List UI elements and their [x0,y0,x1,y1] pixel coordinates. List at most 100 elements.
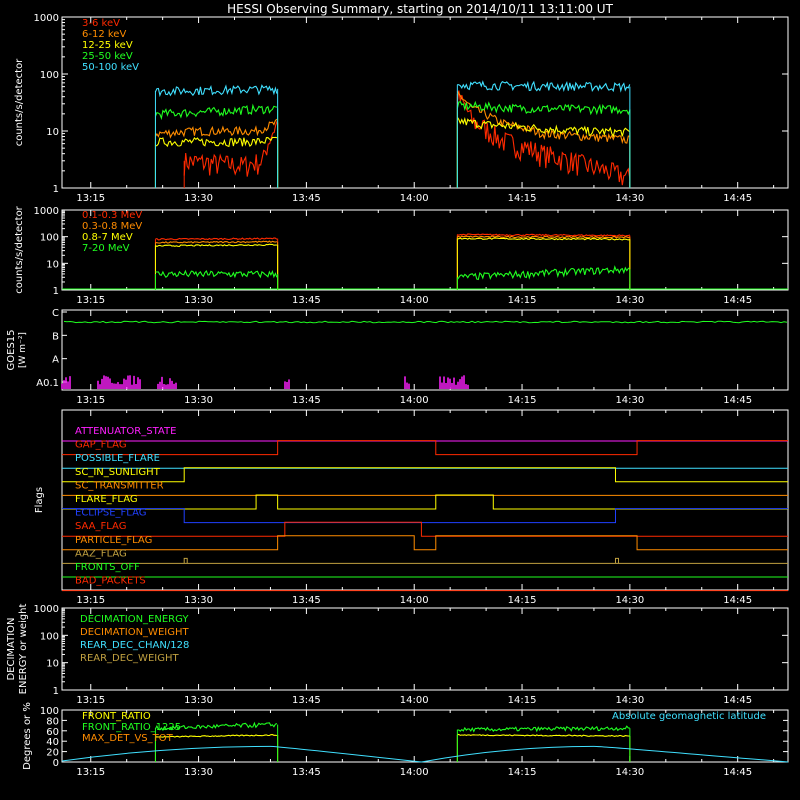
flag-label: AAZ_FLAG [75,548,127,559]
flag-label: ECLIPSE_FLAG [75,508,146,519]
flag-label: SC_TRANSMITTER [75,480,164,491]
legend-entry: DECIMATION_WEIGHT [80,627,189,638]
legend-entry: 0.8-7 MeV [82,232,133,243]
legend-entry: 3-6 keV [82,18,120,29]
legend-entry: REAR_DEC_CHAN/128 [80,640,189,651]
panel-high-energy: 13:15 13:30 13:45 14:00 14:15 14:30 14:45 1 10 10… [14,205,789,306]
x-tick-label: 14:00 [400,395,429,406]
y-tick-label: 10 [46,259,59,270]
series-line-0.1-0.3 MeV [457,233,631,237]
x-tick-label: 14:45 [723,295,752,306]
series-line-50-100 keV [154,84,278,98]
x-tick-label: 14:45 [723,595,752,606]
x-tick-label: 14:15 [508,295,537,306]
x-tick-label: 14:00 [400,595,429,606]
panel-frame [61,16,789,189]
flag-spike [614,557,619,564]
flag-label: SC_IN_SUNLIGHT [75,467,161,478]
x-tick-label: 14:45 [723,767,752,778]
series-line-7-20 MeV [456,265,631,281]
series-line-0.1-0.3 MeV [155,237,278,241]
y-tick-label: 100 [40,706,59,717]
x-tick-label: 13:45 [292,767,321,778]
x-tick-label: 13:15 [76,595,105,606]
y-axis-label: counts/s/detector [14,58,25,146]
x-tick-label: 13:30 [184,193,213,204]
legend-entry: 7-20 MeV [82,243,130,254]
legend-entry: DECIMATION_ENERGY [80,614,189,625]
y-tick-label: C [52,308,59,319]
y-tick-label: 1000 [34,13,59,24]
y-tick-label: 40 [46,737,59,748]
y-tick-label: 1 [53,686,59,697]
x-tick-label: 13:45 [292,595,321,606]
panel-frame [61,209,789,291]
y-tick-label: 80 [46,716,59,727]
legend-entry: REAR_DEC_WEIGHT [80,653,179,664]
x-tick-label: 14:30 [615,193,644,204]
y-tick-label: 10 [46,127,59,138]
x-tick-label: 13:15 [76,193,105,204]
x-tick-label: 13:30 [184,395,213,406]
series-line-FRONT_RATIO [155,734,277,738]
panel-ratios: 13:15 13:30 13:45 14:00 14:15 14:30 14:45 02040… [22,702,789,778]
y-tick-label: 100 [40,233,59,244]
x-tick-label: 13:45 [292,193,321,204]
flag-label: SAA_FLAG [75,521,126,532]
series-line-3-6 keV [456,90,631,186]
flag-line [62,521,788,537]
series-line-12-25 keV [456,116,631,138]
legend-entry: 12-25 keV [82,40,133,51]
y-tick-label: 0 [53,758,59,769]
y-tick-label: 1 [53,184,59,195]
flag-label: FRONTS_OFF [75,562,140,573]
series-line-25-50 keV [456,100,631,116]
flag-line [62,467,788,483]
x-tick-label: 13:30 [184,695,213,706]
flag-label: FLARE_FLAG [75,494,138,505]
legend-entry: 0.3-0.8 MeV [82,221,142,232]
flag-line [62,494,788,510]
flag-spike [183,557,188,564]
x-tick-label: 14:45 [723,395,752,406]
x-tick-label: 14:15 [508,193,537,204]
series-line-25-50 keV [154,103,278,121]
series-line-0.8-7 MeV [155,243,277,248]
y-tick-label: A [52,355,59,366]
y-tick-label: A0.1 [36,378,59,389]
latitude-curve [61,745,789,763]
y-axis-label-2: ENERGY or weight [18,604,29,695]
x-tick-label: 14:15 [508,395,537,406]
y-tick-label: 10 [46,659,59,670]
panel-decimation: 13:15 13:30 13:45 14:00 14:15 14:30 14:45 1 10 10… [6,604,789,706]
series-line-6-12 keV [456,90,630,145]
flag-label: PARTICLE_FLAG [75,535,152,546]
legend-entry: FRONT_RATIO [82,711,151,722]
x-tick-label: 14:30 [615,395,644,406]
series-line-0.3-0.8 MeV [155,240,278,244]
x-tick-label: 13:45 [292,295,321,306]
observing-summary-chart: HESSI Observing Summary, starting on 201… [6,2,789,778]
legend-entry: 6-12 keV [82,29,126,40]
series-line-12-25 keV [155,136,278,148]
x-tick-label: 13:30 [184,295,213,306]
legend-entry: 0.1-0.3 MeV [82,210,142,221]
y-tick-label: B [52,331,59,342]
x-tick-label: 13:15 [76,395,105,406]
x-tick-label: 13:15 [76,767,105,778]
series-line-0.3-0.8 MeV [457,235,631,239]
x-tick-label: 13:15 [76,695,105,706]
x-tick-label: 13:45 [292,695,321,706]
panel-low-energy: 13:15 13:30 13:45 14:00 14:15 14:30 14:45 1 10 10… [14,13,789,204]
x-tick-label: 14:45 [723,193,752,204]
legend-entry: 50-100 keV [82,62,139,73]
series-line-FRONT_RATIO [457,733,630,737]
series-line-50-100 keV [457,80,631,93]
x-tick-label: 13:45 [292,395,321,406]
legend-entry: MAX_DET_VS_TOT [82,733,174,744]
panel-flags: 13:15 13:30 13:45 14:00 14:15 14:30 14:45 Flags… [34,409,789,606]
series-line-7-20 MeV [155,269,278,279]
y-tick-label: 100 [40,631,59,642]
series-line-0.8-7 MeV [457,237,630,241]
y-tick-label: 1000 [34,206,59,217]
